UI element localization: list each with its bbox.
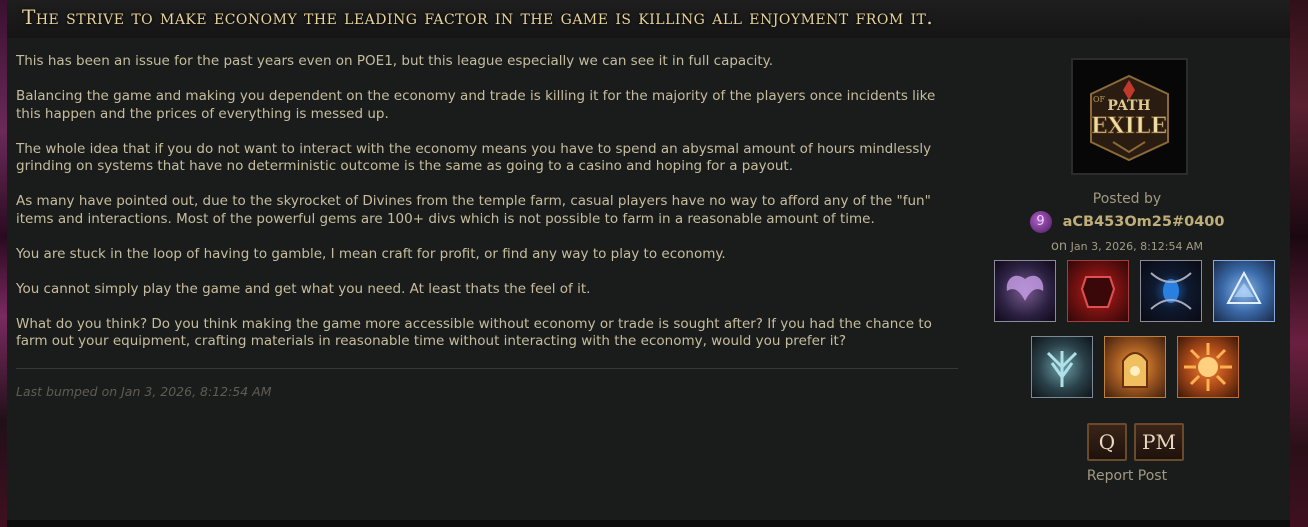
posted-by-label: Posted by xyxy=(1092,191,1162,207)
leaf-badge-icon[interactable] xyxy=(1031,336,1093,398)
post-paragraph: This has been an issue for the past year… xyxy=(16,53,774,69)
post-paragraph: As many have pointed out, due to the sky… xyxy=(16,193,931,227)
quote-button[interactable]: Q xyxy=(1087,423,1127,461)
avatar[interactable]: PATH OF EXILE xyxy=(1071,58,1188,175)
left-background-edge xyxy=(0,0,7,527)
bottom-separator xyxy=(7,520,1290,527)
post-body: This has been an issue for the past year… xyxy=(16,53,956,368)
author-sidebar: PATH OF EXILE Posted by 9 aCB453Om25#040… xyxy=(977,38,1277,520)
post-paragraph: You cannot simply play the game and get … xyxy=(16,280,591,297)
sunburst-badge-icon[interactable] xyxy=(1177,336,1239,398)
post-paragraph: The whole idea that if you do not want t… xyxy=(16,140,932,175)
right-background-edge xyxy=(1290,0,1308,527)
posted-on-prefix: on xyxy=(1050,239,1068,254)
thread-title: The strive to make economy the leading f… xyxy=(22,5,934,29)
avatar-of-text: OF xyxy=(1093,95,1106,104)
post-date: on Jan 3, 2026, 8:12:54 AM xyxy=(977,239,1277,254)
thread-title-bar: The strive to make economy the leading f… xyxy=(7,0,1290,39)
report-post-link[interactable]: Report Post xyxy=(977,468,1277,484)
eye-badge-icon[interactable] xyxy=(1140,260,1202,322)
crystal-badge-icon[interactable] xyxy=(1213,260,1275,322)
post-paragraph: Balancing the game and making you depend… xyxy=(16,88,936,122)
armor-badge-icon[interactable] xyxy=(1067,260,1129,322)
post-paragraph: What do you think? Do you think making t… xyxy=(16,315,932,350)
post-paragraph: You are stuck in the loop of having to g… xyxy=(16,245,726,262)
level-badge: 9 xyxy=(1029,211,1052,233)
last-bumped-text: Last bumped on Jan 3, 2026, 8:12:54 AM xyxy=(16,384,272,399)
post-divider xyxy=(16,368,958,369)
avatar-line-2: EXILE xyxy=(1091,113,1167,139)
path-of-exile-logo-icon: PATH OF EXILE xyxy=(1073,60,1186,173)
wings-badge-icon[interactable] xyxy=(994,260,1056,322)
private-message-button[interactable]: PM xyxy=(1134,423,1184,461)
avatar-line-1: PATH xyxy=(1107,98,1150,114)
shrine-badge-icon[interactable] xyxy=(1104,336,1166,398)
posted-on-date: Jan 3, 2026, 8:12:54 AM xyxy=(1070,240,1204,253)
author-row: 9 aCB453Om25#0400 xyxy=(977,211,1277,233)
forum-post: This has been an issue for the past year… xyxy=(7,38,1290,520)
author-name-link[interactable]: aCB453Om25#0400 xyxy=(1063,214,1225,230)
